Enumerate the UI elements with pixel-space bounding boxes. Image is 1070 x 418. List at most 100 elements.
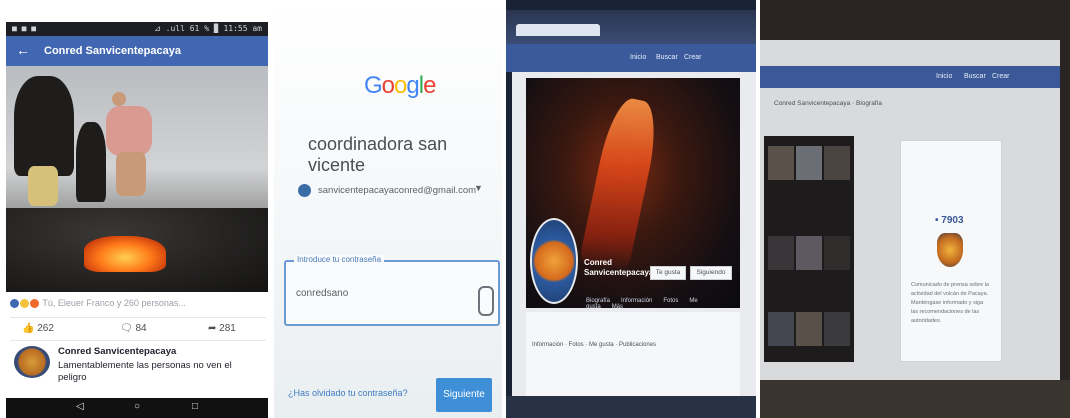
nav-item[interactable]: Buscar xyxy=(964,73,986,80)
monitor-screen: Inicio Buscar Crear Conred Sanvicentepac… xyxy=(760,40,1060,380)
avatar[interactable] xyxy=(14,346,50,378)
page-title: Conred Sanvicentepacaya xyxy=(44,45,181,57)
back-arrow-icon[interactable]: ← xyxy=(16,42,30,58)
page-tab[interactable]: Fotos xyxy=(663,298,678,304)
eruption-plume xyxy=(578,94,664,272)
photo-thumbnail[interactable] xyxy=(768,146,794,180)
post-photo[interactable] xyxy=(6,66,268,292)
comment-bubble-icon: 🗨 xyxy=(120,323,133,334)
like-count: 262 xyxy=(37,323,54,334)
person-head xyxy=(112,92,126,106)
page-content: Conred Sanvicentepacaya Te gusta Siguien… xyxy=(512,72,756,418)
person-legs xyxy=(28,166,58,206)
page-name-line1: Conred xyxy=(584,258,612,267)
thumbs-up-icon: 👍 xyxy=(22,323,35,334)
photo-thumbnail[interactable] xyxy=(768,312,794,346)
google-logo-letter: e xyxy=(423,72,436,99)
password-field[interactable]: Introduce tu contraseña conredsano xyxy=(284,255,500,326)
page-tab[interactable]: Más xyxy=(612,304,623,310)
post-card[interactable]: • 7903 Comunicado de prensa sobre la act… xyxy=(900,140,1002,362)
nav-item[interactable]: Buscar xyxy=(656,54,678,61)
google-logo: Google xyxy=(364,72,436,100)
account-chip[interactable]: sanvicentepacayaconred@gmail.com ▼ xyxy=(292,178,492,204)
password-value[interactable]: conredsano xyxy=(296,288,348,299)
app-header: ← Conred Sanvicentepacaya xyxy=(6,36,268,66)
photo-thumbnail[interactable] xyxy=(824,312,850,346)
google-logo-letter: o xyxy=(381,72,395,99)
page-tabs: Biografía Información Fotos Me gusta Más xyxy=(586,298,740,310)
status-icons-right: ⊿ .ull 61 % ▉ 11:55 am xyxy=(154,24,262,33)
facebook-top-nav: Inicio Buscar Crear xyxy=(506,44,756,72)
browser-tab[interactable] xyxy=(516,24,600,36)
status-bar: ■ ■ ■ ⊿ .ull 61 % ▉ 11:55 am xyxy=(6,22,268,36)
google-signin-screenshot: Google coordinadora san vicente sanvicen… xyxy=(272,0,502,418)
like-page-button[interactable]: Te gusta xyxy=(650,266,686,280)
photo-thumbnail[interactable] xyxy=(796,236,822,270)
mobile-facebook-screenshot: ■ ■ ■ ⊿ .ull 61 % ▉ 11:55 am ← Conred Sa… xyxy=(0,0,270,418)
lava-flow xyxy=(84,236,166,272)
nav-item[interactable]: Crear xyxy=(684,54,702,61)
next-button[interactable]: Siguiente xyxy=(436,378,492,412)
share-arrow-icon: ➦ xyxy=(208,323,217,334)
status-icons-left: ■ ■ ■ xyxy=(12,24,37,33)
comment-author[interactable]: Conred Sanvicentepacaya xyxy=(58,346,176,357)
like-button[interactable]: 👍 262 xyxy=(22,323,54,334)
page-tab[interactable]: Información xyxy=(621,298,652,304)
photo-thumbnail[interactable] xyxy=(796,312,822,346)
like-reaction-icon xyxy=(10,299,19,309)
android-nav-bar: ◁ ○ □ xyxy=(6,398,268,418)
wow-reaction-icon xyxy=(20,299,29,309)
facebook-top-nav: Inicio Buscar Crear xyxy=(760,66,1060,88)
account-email: sanvicentepacayaconred@gmail.com xyxy=(318,185,477,196)
post-text: Comunicado de prensa sobre la actividad … xyxy=(911,282,989,324)
photo-thumbnail[interactable] xyxy=(824,146,850,180)
account-avatar-icon xyxy=(298,184,311,197)
page-name-line2: Sanvicentepacaya xyxy=(584,268,654,277)
share-button[interactable]: ➦ 281 xyxy=(208,323,236,334)
reaction-summary[interactable]: Tú, Eleuer Franco y 260 personas... xyxy=(10,298,266,309)
photo-thumbnail[interactable] xyxy=(824,236,850,270)
post-badge: • 7903 xyxy=(935,215,964,226)
reactions-text: Tú, Eleuer Franco y 260 personas... xyxy=(42,298,186,308)
share-count: 281 xyxy=(219,323,236,334)
emblem-icon xyxy=(937,233,963,267)
nav-item[interactable]: Inicio xyxy=(936,73,952,80)
desktop-facebook-page-screenshot: Inicio Buscar Crear Conred Sanvicentepac… xyxy=(760,0,1070,418)
taskbar xyxy=(506,396,756,418)
page-header: Conred Sanvicentepacaya · Biografía xyxy=(774,100,883,107)
google-logo-letter: g xyxy=(406,72,419,99)
page-stats: Información · Fotos · Me gusta · Publica… xyxy=(532,342,657,348)
home-nav-icon[interactable]: ○ xyxy=(134,401,140,412)
desktop-facebook-cover-screenshot: Inicio Buscar Crear Conred Sanvicentepac… xyxy=(506,0,756,418)
taskbar xyxy=(760,380,1070,418)
nav-item[interactable]: Inicio xyxy=(630,54,646,61)
browser-chrome xyxy=(506,10,756,44)
panel-divider xyxy=(270,0,274,418)
sad-reaction-icon xyxy=(30,299,39,309)
google-logo-letter: G xyxy=(364,72,383,99)
account-name: coordinadora san vicente xyxy=(308,134,448,175)
person-figure xyxy=(106,106,152,156)
page-name: Conred Sanvicentepacaya xyxy=(584,258,653,278)
panel-divider xyxy=(502,0,506,418)
comment-item: Conred Sanvicentepacaya Lamentablemente … xyxy=(10,344,266,396)
cover-photo[interactable]: Conred Sanvicentepacaya Te gusta Siguien… xyxy=(526,78,740,310)
comment-button[interactable]: 🗨 84 xyxy=(120,323,147,334)
chevron-down-icon: ▼ xyxy=(474,183,483,193)
show-password-icon[interactable] xyxy=(478,286,494,316)
photo-grid xyxy=(764,136,854,362)
photo-thumbnail[interactable] xyxy=(768,236,794,270)
back-nav-icon[interactable]: ◁ xyxy=(76,401,84,412)
post-actions: 👍 262 🗨 84 ➦ 281 xyxy=(10,317,266,341)
nav-item[interactable]: Crear xyxy=(992,73,1010,80)
photo-thumbnail[interactable] xyxy=(796,146,822,180)
page-profile-logo[interactable] xyxy=(530,218,578,304)
follow-page-button[interactable]: Siguiendo xyxy=(690,266,732,280)
recent-apps-icon[interactable]: □ xyxy=(192,401,198,412)
panel-divider xyxy=(756,0,760,418)
password-label: Introduce tu contraseña xyxy=(294,255,385,264)
person-figure xyxy=(76,122,106,202)
comment-count: 84 xyxy=(135,323,147,334)
forgot-password-link[interactable]: ¿Has olvidado tu contraseña? xyxy=(288,388,408,398)
comment-text: Lamentablemente las personas no ven el p… xyxy=(58,360,232,383)
